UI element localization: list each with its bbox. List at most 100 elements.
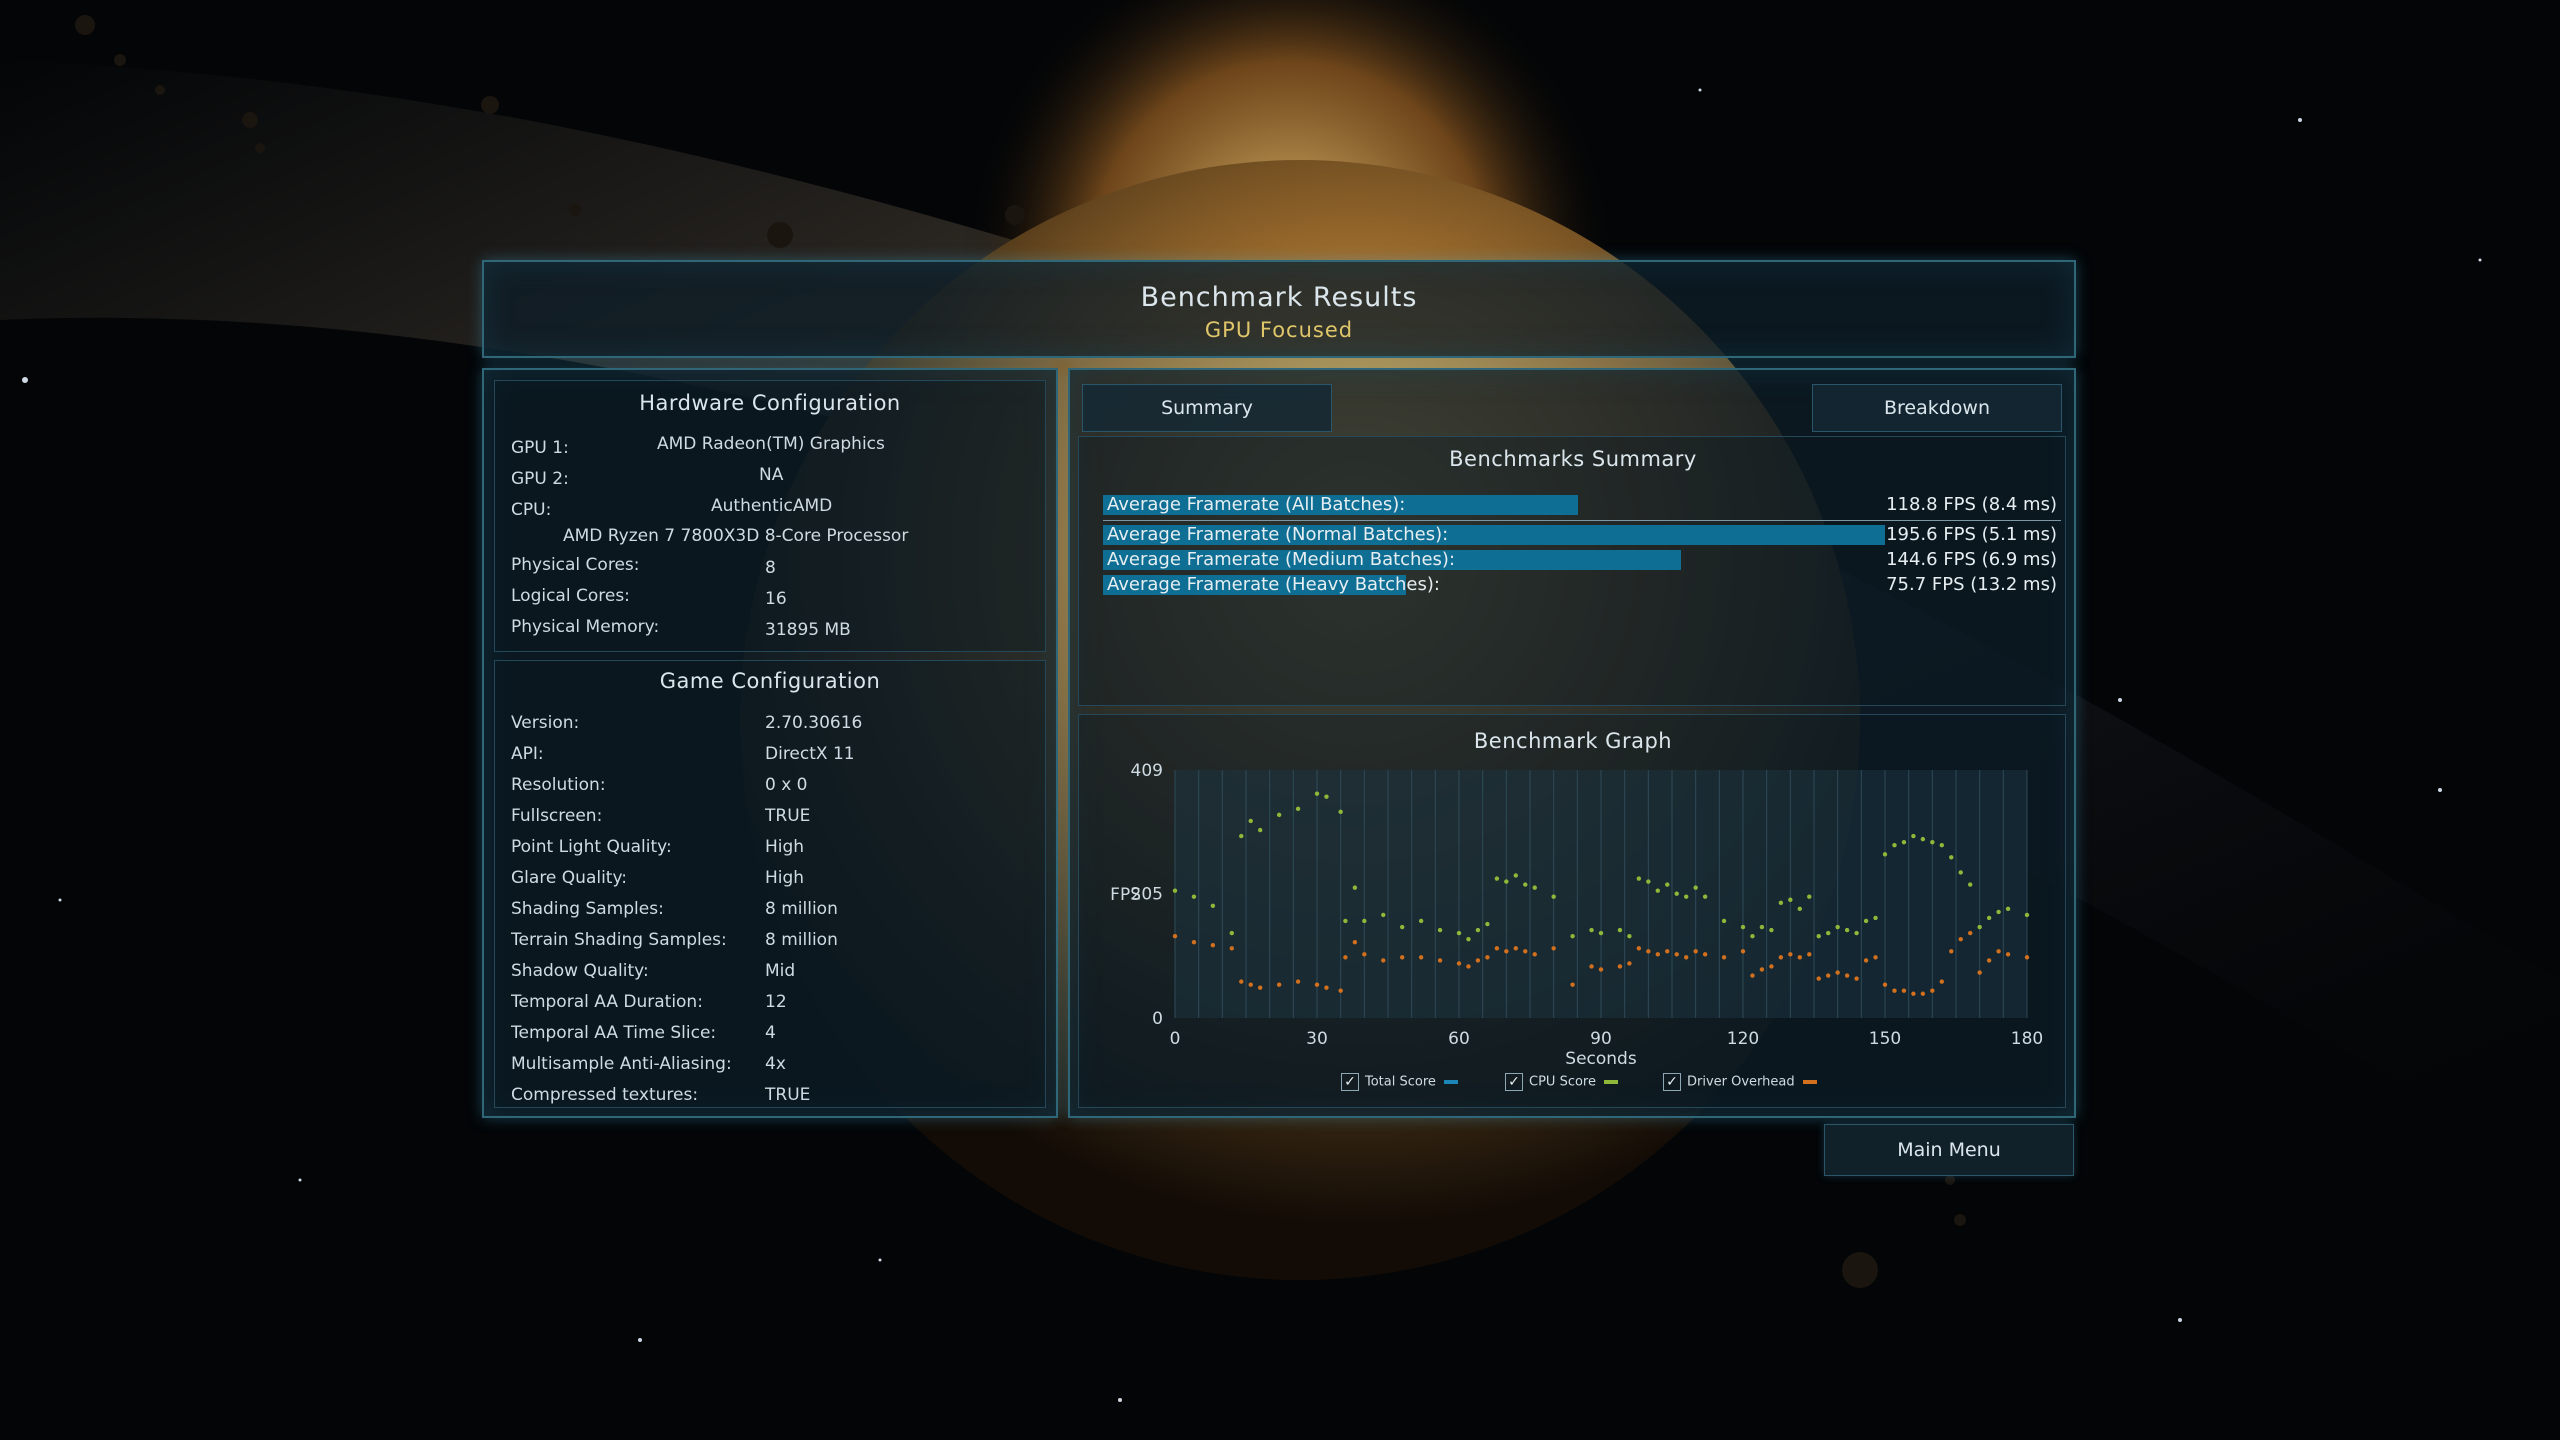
y-tick-label: 409 bbox=[1131, 761, 1163, 781]
point-driver-overhead bbox=[1570, 982, 1575, 987]
tab-breakdown[interactable]: Breakdown bbox=[1812, 384, 2062, 432]
point-cpu-score bbox=[1248, 818, 1253, 824]
game-row-label: Resolution: bbox=[511, 775, 606, 795]
point-cpu-score bbox=[1826, 930, 1831, 936]
game-row-label: Shadow Quality: bbox=[511, 961, 649, 981]
point-driver-overhead bbox=[1324, 985, 1329, 990]
point-driver-overhead bbox=[1314, 982, 1320, 987]
point-cpu-score bbox=[1665, 882, 1670, 887]
point-driver-overhead bbox=[1229, 946, 1234, 951]
point-cpu-score bbox=[1210, 903, 1216, 909]
point-driver-overhead bbox=[1863, 958, 1869, 963]
point-driver-overhead bbox=[1343, 955, 1348, 960]
point-cpu-score bbox=[1418, 918, 1424, 924]
point-driver-overhead bbox=[1835, 970, 1840, 975]
point-driver-overhead bbox=[1494, 946, 1500, 951]
point-cpu-score bbox=[1646, 879, 1651, 884]
legend-total-score[interactable]: ✓ Total Score bbox=[1341, 1073, 1458, 1091]
point-cpu-score bbox=[1797, 906, 1802, 912]
point-cpu-score bbox=[1778, 900, 1784, 905]
summary-section: Benchmarks Summary Average Framerate (Al… bbox=[1078, 436, 2066, 706]
point-driver-overhead bbox=[1949, 949, 1954, 954]
summary-row: Average Framerate (Heavy Batches): 75.7 … bbox=[1103, 574, 2061, 597]
point-driver-overhead bbox=[1210, 943, 1216, 948]
point-driver-overhead bbox=[1939, 979, 1944, 984]
point-driver-overhead bbox=[1788, 952, 1793, 957]
point-cpu-score bbox=[1551, 894, 1556, 899]
x-tick-label: 180 bbox=[2011, 1029, 2043, 1049]
x-tick-label: 150 bbox=[1869, 1029, 1901, 1049]
hardware-section: Hardware Configuration GPU 1: AMD Radeon… bbox=[494, 380, 1046, 652]
tab-summary[interactable]: Summary bbox=[1082, 384, 1332, 432]
point-cpu-score bbox=[1523, 882, 1528, 887]
memory-label: Physical Memory: bbox=[511, 617, 660, 637]
point-cpu-score bbox=[1655, 888, 1660, 893]
game-row-value: DirectX 11 bbox=[765, 744, 855, 764]
gpu2-value: NA bbox=[759, 465, 784, 485]
game-row-value: 4 bbox=[765, 1023, 776, 1043]
point-cpu-score bbox=[1400, 924, 1405, 930]
point-cpu-score bbox=[1627, 933, 1632, 939]
point-driver-overhead bbox=[1295, 979, 1301, 984]
point-driver-overhead bbox=[1911, 991, 1916, 996]
summary-label: Average Framerate (Heavy Batches): bbox=[1107, 574, 1440, 595]
point-cpu-score bbox=[1854, 930, 1859, 936]
point-driver-overhead bbox=[1882, 982, 1888, 987]
checkbox-driver-overhead[interactable]: ✓ bbox=[1663, 1073, 1681, 1091]
point-cpu-score bbox=[2005, 906, 2011, 912]
point-driver-overhead bbox=[1352, 940, 1358, 945]
point-driver-overhead bbox=[1485, 955, 1490, 960]
point-driver-overhead bbox=[1513, 946, 1518, 951]
game-row-value: 8 million bbox=[765, 899, 838, 919]
x-tick-label: 0 bbox=[1170, 1029, 1181, 1049]
point-driver-overhead bbox=[1523, 949, 1528, 954]
point-driver-overhead bbox=[1172, 933, 1178, 939]
point-cpu-score bbox=[1702, 894, 1708, 899]
checkbox-total-score[interactable]: ✓ bbox=[1341, 1073, 1359, 1091]
benchmark-graph: 0 30 60 90 120 150 1800205409FPSSeconds bbox=[1110, 761, 2043, 1069]
summary-row: Average Framerate (Medium Batches): 144.… bbox=[1103, 549, 2061, 572]
hardware-title: Hardware Configuration bbox=[639, 391, 901, 415]
point-driver-overhead bbox=[1239, 979, 1244, 984]
point-cpu-score bbox=[1788, 897, 1793, 902]
game-row-label: Temporal AA Time Slice: bbox=[511, 1023, 717, 1043]
point-driver-overhead bbox=[1589, 964, 1594, 969]
point-cpu-score bbox=[1570, 933, 1575, 939]
summary-value: 118.8 FPS (8.4 ms) bbox=[1886, 494, 2057, 515]
point-cpu-score bbox=[1239, 833, 1244, 839]
point-driver-overhead bbox=[1986, 958, 1992, 963]
legend-label-cpu-score: CPU Score bbox=[1529, 1074, 1596, 1090]
memory-value: 31895 MB bbox=[765, 620, 851, 640]
checkbox-cpu-score[interactable]: ✓ bbox=[1505, 1073, 1523, 1091]
point-driver-overhead bbox=[1797, 955, 1802, 960]
point-driver-overhead bbox=[1968, 930, 1973, 936]
game-row-value: High bbox=[765, 868, 805, 888]
main-menu-button[interactable]: Main Menu bbox=[1824, 1124, 2074, 1176]
legend-driver-overhead[interactable]: ✓ Driver Overhead bbox=[1663, 1073, 1817, 1091]
point-driver-overhead bbox=[1721, 955, 1727, 960]
point-cpu-score bbox=[1172, 888, 1178, 893]
x-tick-label: 120 bbox=[1727, 1029, 1759, 1049]
point-driver-overhead bbox=[1418, 955, 1424, 960]
point-cpu-score bbox=[1513, 873, 1518, 878]
point-driver-overhead bbox=[1930, 988, 1935, 993]
game-row-value: 2.70.30616 bbox=[765, 713, 863, 733]
point-cpu-score bbox=[1362, 918, 1367, 924]
gpu1-label: GPU 1: bbox=[511, 438, 569, 458]
point-cpu-score bbox=[1750, 933, 1755, 939]
point-driver-overhead bbox=[1740, 949, 1746, 954]
point-cpu-score bbox=[1968, 882, 1973, 887]
game-row-value: 4x bbox=[765, 1054, 786, 1074]
legend-cpu-score[interactable]: ✓ CPU Score bbox=[1505, 1073, 1618, 1091]
point-cpu-score bbox=[1674, 891, 1679, 896]
game-row-label: Compressed textures: bbox=[511, 1085, 699, 1105]
game-row-label: API: bbox=[511, 744, 544, 764]
game-row-label: Fullscreen: bbox=[511, 806, 603, 826]
point-cpu-score bbox=[1882, 852, 1888, 857]
point-cpu-score bbox=[1873, 915, 1878, 921]
game-row-value: Mid bbox=[765, 961, 796, 981]
point-driver-overhead bbox=[1437, 958, 1443, 963]
graph-section: Benchmark Graph 0 30 60 90 120 150 180 0 205 409 F… bbox=[1078, 714, 2066, 1108]
game-row-value: 12 bbox=[765, 992, 787, 1012]
point-driver-overhead bbox=[1996, 949, 2001, 954]
